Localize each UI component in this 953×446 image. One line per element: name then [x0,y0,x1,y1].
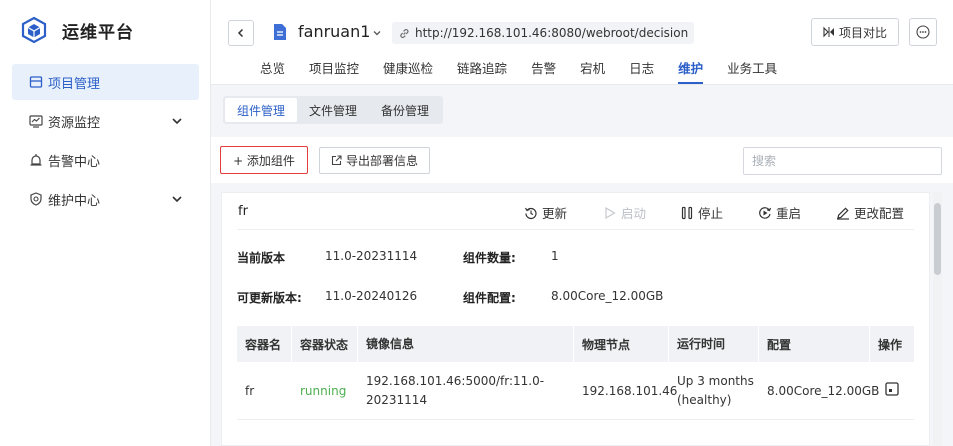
chevron-down-icon [172,196,182,203]
document-icon [274,24,286,40]
stop-button[interactable]: 停止 [680,203,723,222]
component-name: fr [238,204,248,219]
tab-alarm[interactable]: 告警 [519,58,568,84]
uptime-line-1: Up 3 months [677,373,754,388]
chevron-down-icon [172,118,182,125]
sidebar-item-resource-monitor[interactable]: 资源监控 [12,103,199,139]
component-count-label: 组件数量: [463,251,516,265]
main-tabs: 总览 项目监控 健康巡检 链路追踪 告警 宕机 日志 维护 业务工具 [248,58,789,84]
sidebar-item-alarm-center[interactable]: 告警中心 [12,142,199,178]
card-divider [237,229,914,230]
cell-container-status: running [300,383,347,398]
url-text: http://192.168.101.46:8080/webroot/decis… [415,26,689,40]
subtab-backup-management[interactable]: 备份管理 [369,98,441,122]
compare-label: 项目对比 [838,25,887,40]
update-button[interactable]: 更新 [524,203,567,222]
tab-health-check[interactable]: 健康巡检 [371,58,445,84]
sidebar-item-project-management[interactable]: 项目管理 [12,64,199,100]
cell-uptime: Up 3 months (healthy) [669,372,759,410]
tab-project-monitor[interactable]: 项目监控 [297,58,371,84]
sidebar-nav: 项目管理 资源监控 告警中心 维护中心 [12,64,199,220]
update-icon [524,207,537,219]
compare-icon [823,26,834,38]
more-icon [916,25,930,39]
chevron-left-icon [237,28,244,38]
image-line-1: 192.168.101.46:5000/fr:11.0- [366,373,545,388]
export-deploy-info-button[interactable]: 导出部署信息 [319,147,430,174]
more-button[interactable] [909,18,937,46]
terminal-icon[interactable] [884,381,900,397]
cell-operation [870,381,914,400]
restart-label: 重启 [776,206,802,221]
brand: 运维平台 [20,16,134,44]
col-image-info: 镜像信息 [358,326,574,362]
component-config-label: 组件配置: [463,291,516,305]
alarm-icon [30,154,42,166]
stop-label: 停止 [698,206,724,221]
tab-business-tools[interactable]: 业务工具 [715,58,789,84]
subtabs: 组件管理 文件管理 备份管理 [223,96,444,124]
play-icon [605,206,616,219]
sidebar-item-label: 资源监控 [48,115,101,131]
sidebar-item-label: 告警中心 [48,154,101,170]
updatable-version-label: 可更新版本: [237,291,302,305]
shield-icon [30,192,42,206]
cell-image-info: 192.168.101.46:5000/fr:11.0- 20231114 [358,372,574,410]
project-url[interactable]: http://192.168.101.46:8080/webroot/decis… [392,22,695,44]
col-physical-node: 物理节点 [574,326,669,362]
restart-button[interactable]: 重启 [758,203,801,222]
change-config-label: 更改配置 [854,206,905,221]
cell-container-name: fr [245,383,255,398]
col-operation: 操作 [878,337,903,352]
updatable-version-value: 11.0-20240126 [325,289,418,303]
col-container-name: 容器名 [237,326,292,362]
container-table: 容器名 容器状态 镜像信息 物理节点 运行时间 配置 操作 fr running… [237,326,914,420]
component-config-value: 8.00Core_12.00GB [551,289,664,303]
cell-config: 8.00Core_12.00GB [767,383,880,398]
back-button[interactable] [228,20,254,46]
current-version-label: 当前版本 [237,251,286,265]
subtab-component-management[interactable]: 组件管理 [225,98,298,122]
tab-maintenance[interactable]: 维护 [666,58,715,84]
start-label: 启动 [621,206,647,221]
update-label: 更新 [542,206,568,221]
tab-trace[interactable]: 链路追踪 [445,58,519,84]
cell-physical-node: 192.168.101.46 [582,383,678,398]
export-icon [331,155,342,166]
link-icon [400,28,409,38]
subtab-file-management[interactable]: 文件管理 [297,98,369,122]
col-container-status: 容器状态 [292,326,358,362]
sidebar: 运维平台 项目管理 资源监控 告警中心 维护中心 [0,0,211,446]
chevron-down-icon[interactable] [372,28,382,38]
change-config-button[interactable]: 更改配置 [836,203,904,222]
table-header: 容器名 容器状态 镜像信息 物理节点 运行时间 配置 操作 [237,326,914,362]
tab-overview[interactable]: 总览 [248,58,297,84]
col-config: 配置 [759,326,870,362]
project-name[interactable]: fanruan1 [298,22,370,41]
sidebar-item-label: 项目管理 [48,76,101,92]
brand-title: 运维平台 [62,22,134,43]
tab-log[interactable]: 日志 [617,58,666,84]
project-compare-button[interactable]: 项目对比 [811,18,899,46]
search-input[interactable] [743,147,942,175]
edit-icon [837,206,849,220]
scrollbar-thumb[interactable] [934,203,941,275]
sidebar-item-maintenance-center[interactable]: 维护中心 [12,181,199,217]
list-icon [29,76,43,88]
restart-icon [759,206,772,219]
export-label: 导出部署信息 [345,154,418,168]
tab-downtime[interactable]: 宕机 [568,58,617,84]
start-button[interactable]: 启动 [603,203,646,222]
col-uptime: 运行时间 [669,326,759,362]
current-version-value: 11.0-20231114 [325,249,418,263]
table-row: fr running 192.168.101.46:5000/fr:11.0- … [237,362,914,420]
cube-logo-icon [21,16,47,44]
uptime-line-2: (healthy) [677,392,732,407]
pause-icon [681,206,693,219]
component-count-value: 1 [551,249,559,263]
add-component-button[interactable]: + 添加组件 [220,146,308,174]
image-line-2: 20231114 [366,392,428,407]
monitor-icon [29,115,43,128]
sidebar-item-label: 维护中心 [48,193,101,209]
